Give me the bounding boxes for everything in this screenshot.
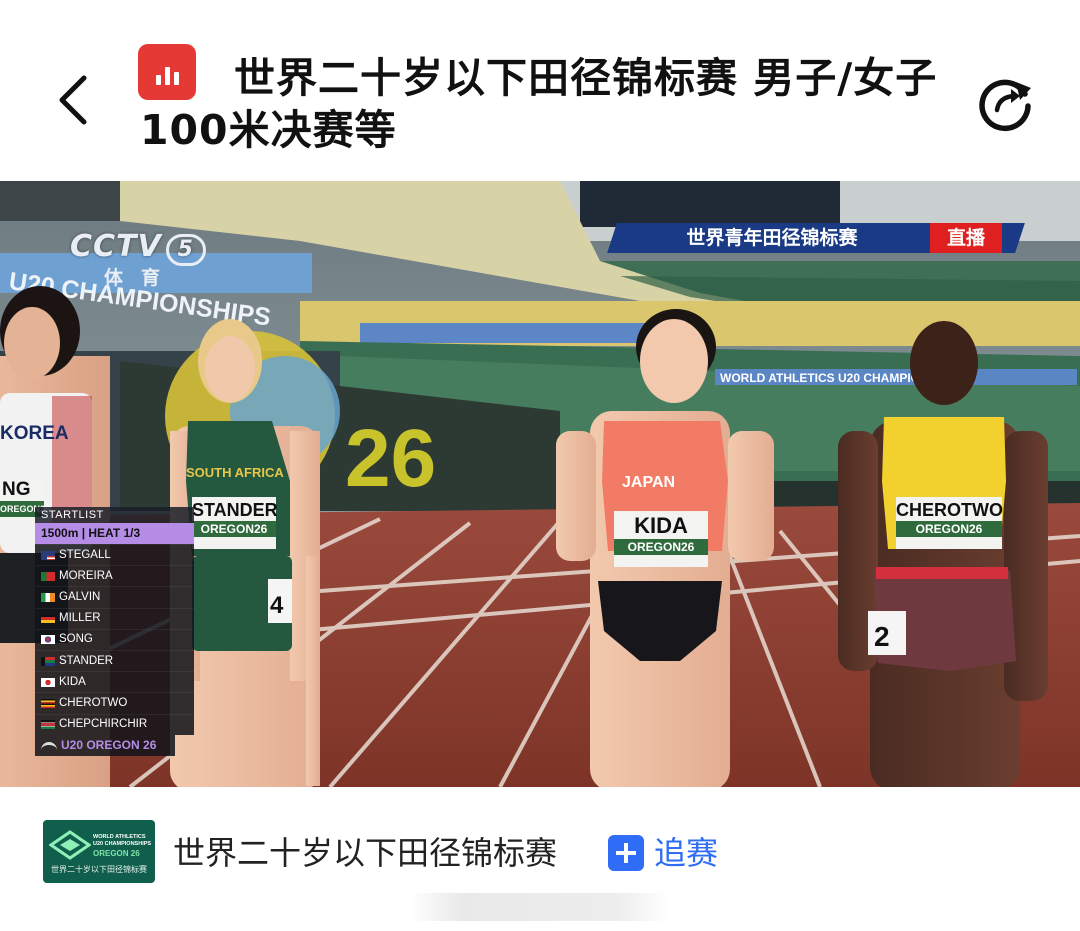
logo-text: WORLD ATHLETICS xyxy=(93,834,146,840)
athlete-name: STEGALL xyxy=(59,548,111,561)
south-africa-flag-icon xyxy=(41,656,55,666)
video-player[interactable]: U20 CHAMPIONSHIPS WORLD ATHLETICS U20 CH… xyxy=(0,181,1080,787)
japan-flag-icon xyxy=(41,677,55,687)
app-page: 世界二十岁以下田径锦标赛 男子/女子100米决赛等 U20 CHAMPIONSH… xyxy=(0,0,1080,931)
ireland-flag-icon xyxy=(41,592,55,602)
logo-line-1: WORLD ATHLETICS U20 CHAMPIONSHIPS xyxy=(93,834,151,847)
league-logo[interactable]: WORLD ATHLETICS U20 CHAMPIONSHIPS OREGON … xyxy=(43,820,155,883)
logo-line-chinese: 世界二十岁以下田径锦标赛 xyxy=(51,865,147,874)
athlete-name: KIDA xyxy=(59,675,86,688)
live-banner-text: 世界青年田径锦标赛 xyxy=(686,227,858,249)
athlete-name: MILLER xyxy=(59,612,101,625)
shirt-text-japan: JAPAN xyxy=(622,474,675,491)
startlist-row: STEGALL xyxy=(35,544,194,566)
startlist-row: SONG xyxy=(35,628,194,650)
athlete-name: SONG xyxy=(59,633,93,646)
startlist-footer: U20 OREGON 26 xyxy=(35,734,175,756)
uganda-flag-icon xyxy=(41,698,55,708)
usa-flag-icon xyxy=(41,550,55,560)
startlist-row: GALVIN xyxy=(35,586,194,608)
league-name[interactable]: 世界二十岁以下田径锦标赛 xyxy=(173,832,557,874)
page-title: 世界二十岁以下田径锦标赛 男子/女子100米决赛等 xyxy=(140,54,938,154)
follow-label: 追赛 xyxy=(654,834,719,872)
bib-stander: STANDER OREGON26 xyxy=(192,497,278,549)
startlist-header: STARTLIST xyxy=(35,507,194,523)
channel-number: 5 xyxy=(165,234,206,266)
startlist-heat: 1500m | HEAT 1/3 xyxy=(35,523,194,544)
hip-number-2: 2 xyxy=(874,621,890,652)
bib-sub: OREGON26 xyxy=(192,521,276,537)
broadcaster-name: CCTV xyxy=(70,229,162,264)
athlete-name: MOREIRA xyxy=(59,569,113,582)
bib-name: KIDA xyxy=(634,513,688,538)
refresh-icon xyxy=(979,79,1031,132)
bib-kida: KIDA OREGON26 xyxy=(614,511,708,567)
athlete-name: GALVIN xyxy=(59,590,101,603)
live-badge: 直播 xyxy=(930,223,1002,253)
bib-cherotwo: CHEROTWO OREGON26 xyxy=(896,497,1003,549)
logo-text: U20 CHAMPIONSHIPS xyxy=(93,840,152,847)
athlete-name: CHEPCHIRCHIR xyxy=(59,718,148,731)
stadium-number: 26 xyxy=(345,413,436,504)
athlete-name: STANDER xyxy=(59,654,114,667)
back-button[interactable] xyxy=(52,72,96,128)
bib-sub: OREGON26 xyxy=(614,539,708,555)
championship-logo-icon xyxy=(49,830,91,860)
refresh-button[interactable] xyxy=(976,72,1036,132)
startlist-row: MOREIRA xyxy=(35,565,194,587)
hip-number-4: 4 xyxy=(270,592,284,619)
portugal-flag-icon xyxy=(41,571,55,581)
startlist-row: MILLER xyxy=(35,607,194,629)
kenya-flag-icon xyxy=(41,720,55,730)
blurred-watermark xyxy=(410,893,670,921)
shirt-text-south-africa: SOUTH AFRICA xyxy=(186,465,284,480)
bib-sub: OREGON26 xyxy=(896,521,1002,537)
startlist-row: KIDA xyxy=(35,671,194,693)
follow-button[interactable]: 追赛 xyxy=(608,832,718,874)
startlist-row: STANDER xyxy=(35,649,194,672)
wing-icon xyxy=(41,741,57,750)
athlete-name: CHEROTWO xyxy=(59,696,128,709)
germany-flag-icon xyxy=(41,614,55,624)
startlist-row: CHEROTWO xyxy=(35,692,194,714)
startlist-footer-text: U20 OREGON 26 xyxy=(61,737,157,752)
shirt-text-korea: KOREA xyxy=(0,423,69,444)
startlist-row: CHEPCHIRCHIR xyxy=(35,713,194,735)
chevron-left-icon xyxy=(59,75,87,125)
channel-name: 体育 xyxy=(104,267,179,289)
logo-line-oregon: OREGON 26 xyxy=(93,849,140,858)
cctv-logo: CCTV 5 xyxy=(70,229,206,266)
plus-icon xyxy=(608,835,644,871)
bib-name: STANDER xyxy=(192,500,278,520)
startlist-panel: STARTLIST 1500m | HEAT 1/3 STEGALL MOREI… xyxy=(35,507,194,756)
bib-name: NG xyxy=(2,479,31,500)
south-korea-flag-icon xyxy=(41,635,55,645)
bib-name: CHEROTWO xyxy=(896,500,1003,520)
